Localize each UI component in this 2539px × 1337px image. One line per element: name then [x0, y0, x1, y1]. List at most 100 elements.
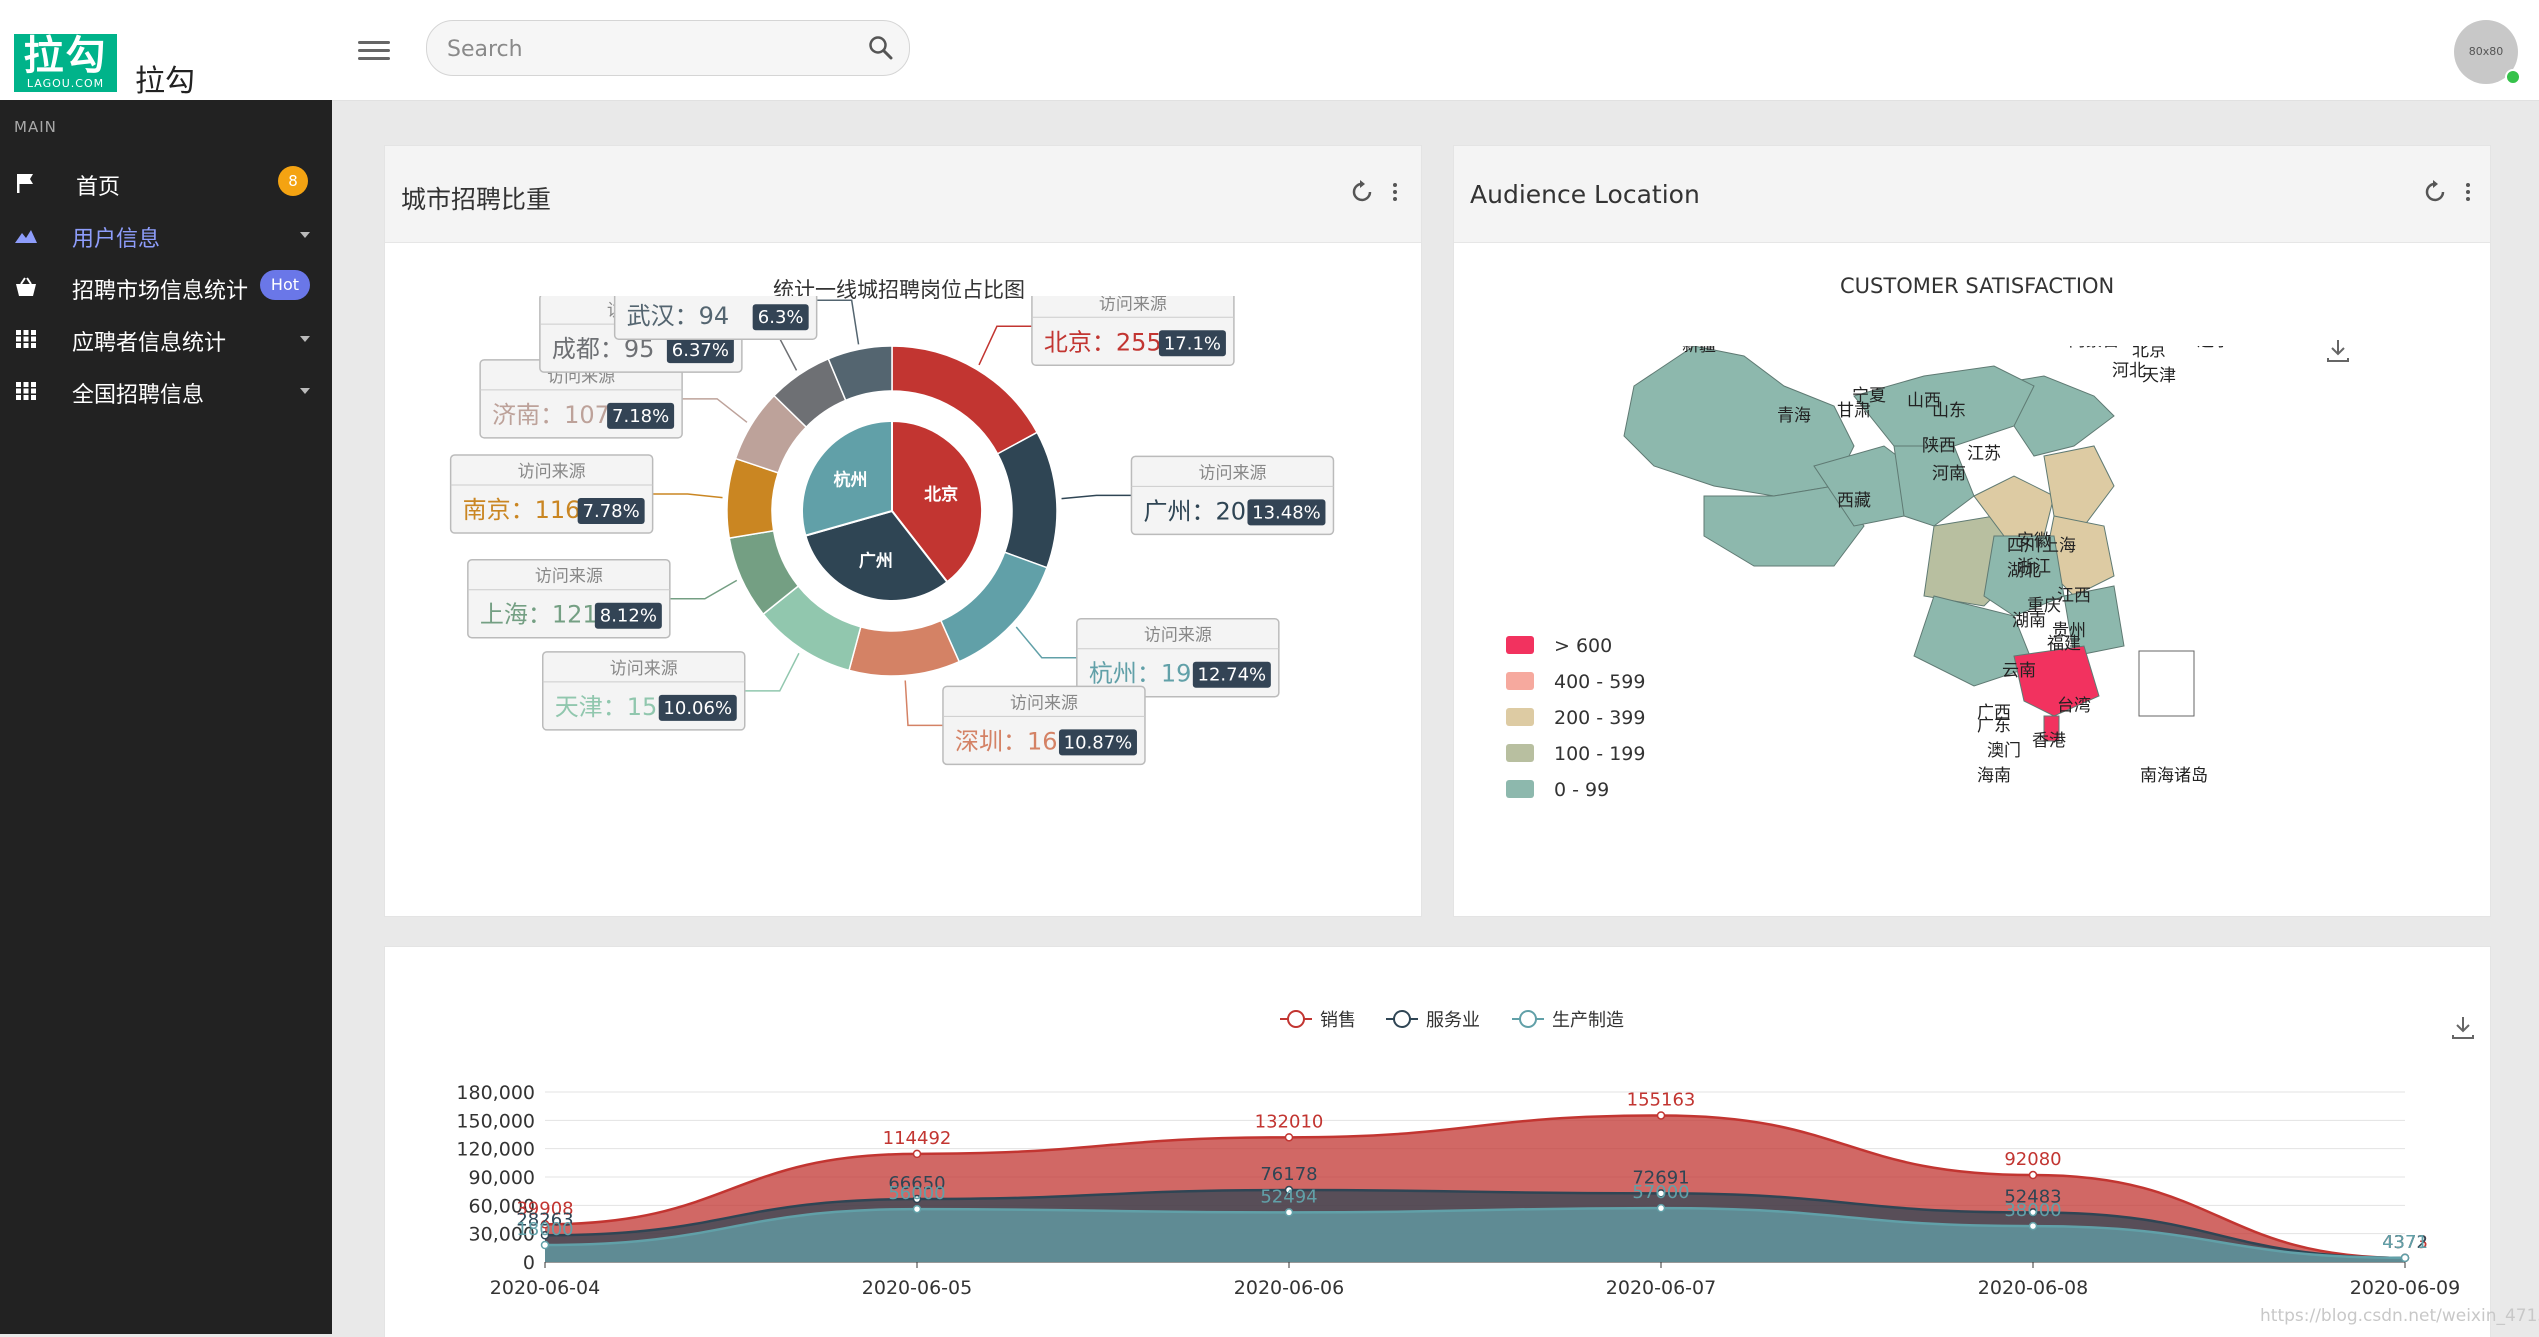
slice-label-header: 访问来源 [535, 567, 603, 587]
watermark-url: https://blog.csdn.net/weixin_47134119 [2260, 1306, 2539, 1326]
area-legend: 销售 服务业 生产制造 [1280, 1010, 1624, 1031]
y-tick-label: 90,000 [469, 1167, 535, 1189]
legend-swatch[interactable] [1506, 636, 1534, 654]
label-leader-line [816, 299, 860, 345]
menu-toggle-icon[interactable] [358, 36, 390, 64]
province-label: 香港 [2032, 731, 2066, 751]
sidebar-item-label: 首页 [76, 175, 121, 200]
series-point[interactable] [2028, 1170, 2038, 1180]
legend-item[interactable]: 服务业 [1386, 1010, 1480, 1031]
series-point[interactable] [1284, 1208, 1294, 1217]
series-point[interactable] [540, 1240, 550, 1250]
search-icon[interactable] [867, 34, 895, 62]
province-label: 内蒙古 [2069, 346, 2120, 351]
province-label: 山东 [1932, 401, 1966, 421]
series-point[interactable] [912, 1204, 922, 1214]
legend-label: > 600 [1554, 635, 1612, 657]
legend-label: 100 - 199 [1554, 743, 1645, 765]
more-options-icon[interactable] [2464, 180, 2472, 204]
slice-label-percent: 8.12% [600, 606, 657, 627]
slice-label-percent: 13.48% [1252, 502, 1321, 523]
province-region[interactable] [1893, 445, 1975, 527]
province-label: 青海 [1777, 406, 1811, 426]
basket-icon [16, 277, 36, 296]
notification-badge: 8 [278, 166, 308, 196]
province-label: 北京 [2132, 346, 2166, 361]
audience-location-card: Audience Location CUSTOMER SATISFACTION … [1453, 145, 2491, 917]
top-header: 拉勾 LAGOU.COM 拉勾 80x80 [0, 0, 2539, 101]
series-point[interactable] [2028, 1221, 2038, 1231]
slice-label-box: 访问来源广州：20113.48% [1130, 455, 1335, 536]
legend-swatch[interactable] [1506, 780, 1534, 798]
x-tick-label: 2020-06-05 [862, 1277, 972, 1299]
brand-logo[interactable]: 拉勾 LAGOU.COM [14, 34, 117, 92]
slice-label-percent: 6.37% [672, 340, 729, 361]
province-label: 河北 [2112, 361, 2146, 381]
slice-label-header: 访问来源 [518, 462, 586, 482]
grid-icon [16, 330, 36, 348]
data-label: 52494 [1260, 1186, 1317, 1207]
series-point[interactable] [1284, 1133, 1294, 1142]
sidebar-item-label: 用户信息 [72, 227, 161, 252]
data-label: 38000 [2004, 1200, 2061, 1221]
x-tick-label: 2020-06-06 [1234, 1277, 1344, 1299]
sidebar-item-national-jobs[interactable]: 全国招聘信息 [0, 366, 332, 416]
search-input[interactable] [445, 33, 849, 65]
province-label: 福建 [2047, 634, 2081, 654]
label-leader-line [669, 579, 738, 600]
x-tick-label: 2020-06-08 [1978, 1277, 2088, 1299]
legend-swatch[interactable] [1506, 744, 1534, 762]
legend-swatch[interactable] [1506, 708, 1534, 726]
series-point[interactable] [2400, 1253, 2410, 1263]
refresh-icon[interactable] [2422, 178, 2450, 206]
legend-item[interactable]: 生产制造 [1512, 1010, 1624, 1031]
slice-label-percent: 17.1% [1164, 333, 1221, 354]
x-tick-label: 2020-06-07 [1606, 1277, 1716, 1299]
series-point[interactable] [1656, 1203, 1666, 1213]
more-options-icon[interactable] [1391, 180, 1399, 204]
sidebar-item-market-stats[interactable]: 招聘市场信息统计 Hot [0, 262, 332, 312]
slice-label-header: 访问来源 [610, 659, 678, 679]
slice-label-value: 上海：121 [480, 601, 598, 629]
label-leader-line [652, 493, 723, 499]
slice-label-box: 访问来源天津：15010.06% [542, 651, 746, 731]
inner-slice-label: 广州 [859, 550, 893, 571]
slice-label-value: 广州：201 [1143, 497, 1261, 525]
slice-label-box: 访问来源上海：121 8.12% [467, 558, 671, 639]
series-point[interactable] [1656, 1111, 1666, 1120]
outer-ring-slice[interactable] [996, 431, 1058, 569]
data-label: 114492 [883, 1128, 952, 1149]
outer-ring-slice[interactable] [848, 619, 961, 677]
province-label: 新疆 [1682, 346, 1716, 356]
grid-icon [16, 382, 36, 400]
sidebar-item-home[interactable]: 首页 8 [0, 158, 332, 208]
province-label: 河南 [1932, 464, 1966, 484]
data-label: 4371 [2382, 1232, 2428, 1253]
sidebar-item-user-info[interactable]: 用户信息 [0, 210, 332, 260]
slice-label-header: 访问来源 [1198, 463, 1266, 483]
series-point[interactable] [912, 1149, 922, 1159]
legend-label: 400 - 599 [1554, 671, 1645, 693]
province-label: 江苏 [1967, 444, 2001, 464]
legend-item[interactable]: 销售 [1280, 1010, 1356, 1031]
slice-label-box: 访问来源杭州：19012.74% [1076, 617, 1280, 698]
y-tick-label: 0 [523, 1252, 535, 1274]
legend-label: 销售 [1320, 1010, 1356, 1031]
sidebar-item-applicant-stats[interactable]: 应聘者信息统计 [0, 314, 332, 364]
label-leader-line [1061, 494, 1132, 500]
slice-label-value: 济南：107 [492, 401, 610, 429]
province-region[interactable] [2043, 445, 2115, 527]
slice-label-box: 访问来源深圳：16210.87% [942, 685, 1146, 766]
refresh-icon[interactable] [1349, 178, 1377, 206]
legend-swatch[interactable] [1506, 672, 1534, 690]
card-title: Audience Location [1470, 180, 1700, 209]
slice-label-percent: 6.3% [758, 307, 804, 328]
logo-sub-text: LAGOU.COM [26, 77, 105, 90]
province-label: 西藏 [1837, 491, 1871, 511]
china-map: 黑龙江吉林辽宁内蒙古北京天津河北新疆青海甘肃宁夏山西山东陕西河南江苏西藏四川湖北… [1506, 346, 2231, 801]
map-chart-title: CUSTOMER SATISFACTION [1840, 274, 2115, 298]
search-box [426, 20, 910, 76]
slice-label-value: 北京：255 [1044, 328, 1162, 356]
province-label: 台湾 [2057, 696, 2091, 716]
south-sea-inset [2138, 650, 2195, 717]
